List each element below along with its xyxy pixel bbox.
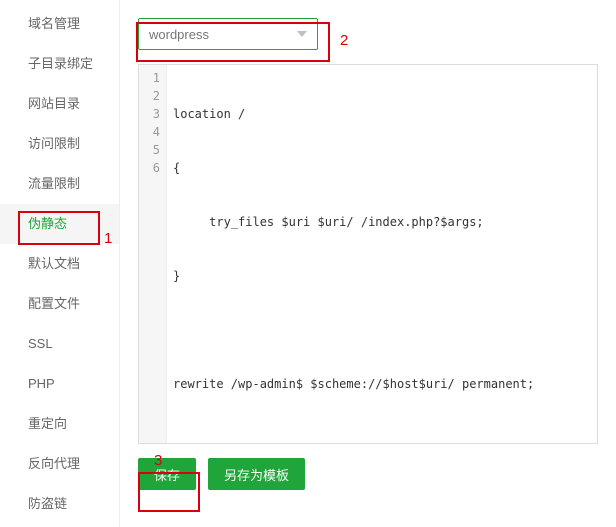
save-button[interactable]: 保存 <box>138 458 196 490</box>
save-as-template-button[interactable]: 另存为模板 <box>208 458 305 490</box>
sidebar-item-label: 反向代理 <box>28 456 80 471</box>
chevron-down-icon <box>297 31 307 37</box>
main-panel: wordpress 123456 location / { try_files … <box>120 0 616 527</box>
code-editor[interactable]: 123456 location / { try_files $uri $uri/… <box>138 64 598 444</box>
sidebar-item-label: SSL <box>28 336 53 351</box>
sidebar-item-redirect[interactable]: 重定向 <box>0 404 119 444</box>
code-line: } <box>173 267 597 285</box>
line-gutter: 123456 <box>139 65 167 443</box>
code-content[interactable]: location / { try_files $uri $uri/ /index… <box>167 65 597 443</box>
sidebar-item-domain[interactable]: 域名管理 <box>0 4 119 44</box>
sidebar-item-label: 防盗链 <box>28 496 67 511</box>
sidebar-item-hotlink[interactable]: 防盗链 <box>0 484 119 524</box>
sidebar-item-config[interactable]: 配置文件 <box>0 284 119 324</box>
sidebar-item-defaultdoc[interactable]: 默认文档 <box>0 244 119 284</box>
sidebar-item-ssl[interactable]: SSL <box>0 324 119 364</box>
sidebar-item-access[interactable]: 访问限制 <box>0 124 119 164</box>
sidebar-item-label: 重定向 <box>28 416 67 431</box>
sidebar-item-proxy[interactable]: 反向代理 <box>0 444 119 484</box>
sidebar-item-label: 伪静态 <box>28 216 67 231</box>
sidebar-item-label: 访问限制 <box>28 136 80 151</box>
sidebar-item-label: 流量限制 <box>28 176 80 191</box>
sidebar-item-php[interactable]: PHP <box>0 364 119 404</box>
sidebar-item-label: 默认文档 <box>28 256 80 271</box>
sidebar-item-label: 子目录绑定 <box>28 56 93 71</box>
button-row: 保存 另存为模板 <box>138 444 598 490</box>
sidebar-item-label: 域名管理 <box>28 16 80 31</box>
sidebar-item-sitedir[interactable]: 网站目录 <box>0 84 119 124</box>
code-line: rewrite /wp-admin$ $scheme://$host$uri/ … <box>173 375 597 393</box>
sidebar-item-label: 网站目录 <box>28 96 80 111</box>
sidebar: 域名管理 子目录绑定 网站目录 访问限制 流量限制 伪静态 默认文档 配置文件 … <box>0 0 120 527</box>
sidebar-item-subdir[interactable]: 子目录绑定 <box>0 44 119 84</box>
template-dropdown[interactable]: wordpress <box>138 18 318 50</box>
code-line: location / <box>173 105 597 123</box>
code-line <box>173 321 597 339</box>
sidebar-item-label: 配置文件 <box>28 296 80 311</box>
sidebar-item-rewrite[interactable]: 伪静态 <box>0 204 119 244</box>
code-line: try_files $uri $uri/ /index.php?$args; <box>173 213 597 231</box>
code-line: { <box>173 159 597 177</box>
sidebar-item-label: PHP <box>28 376 55 391</box>
dropdown-selected: wordpress <box>149 27 209 42</box>
sidebar-item-traffic[interactable]: 流量限制 <box>0 164 119 204</box>
